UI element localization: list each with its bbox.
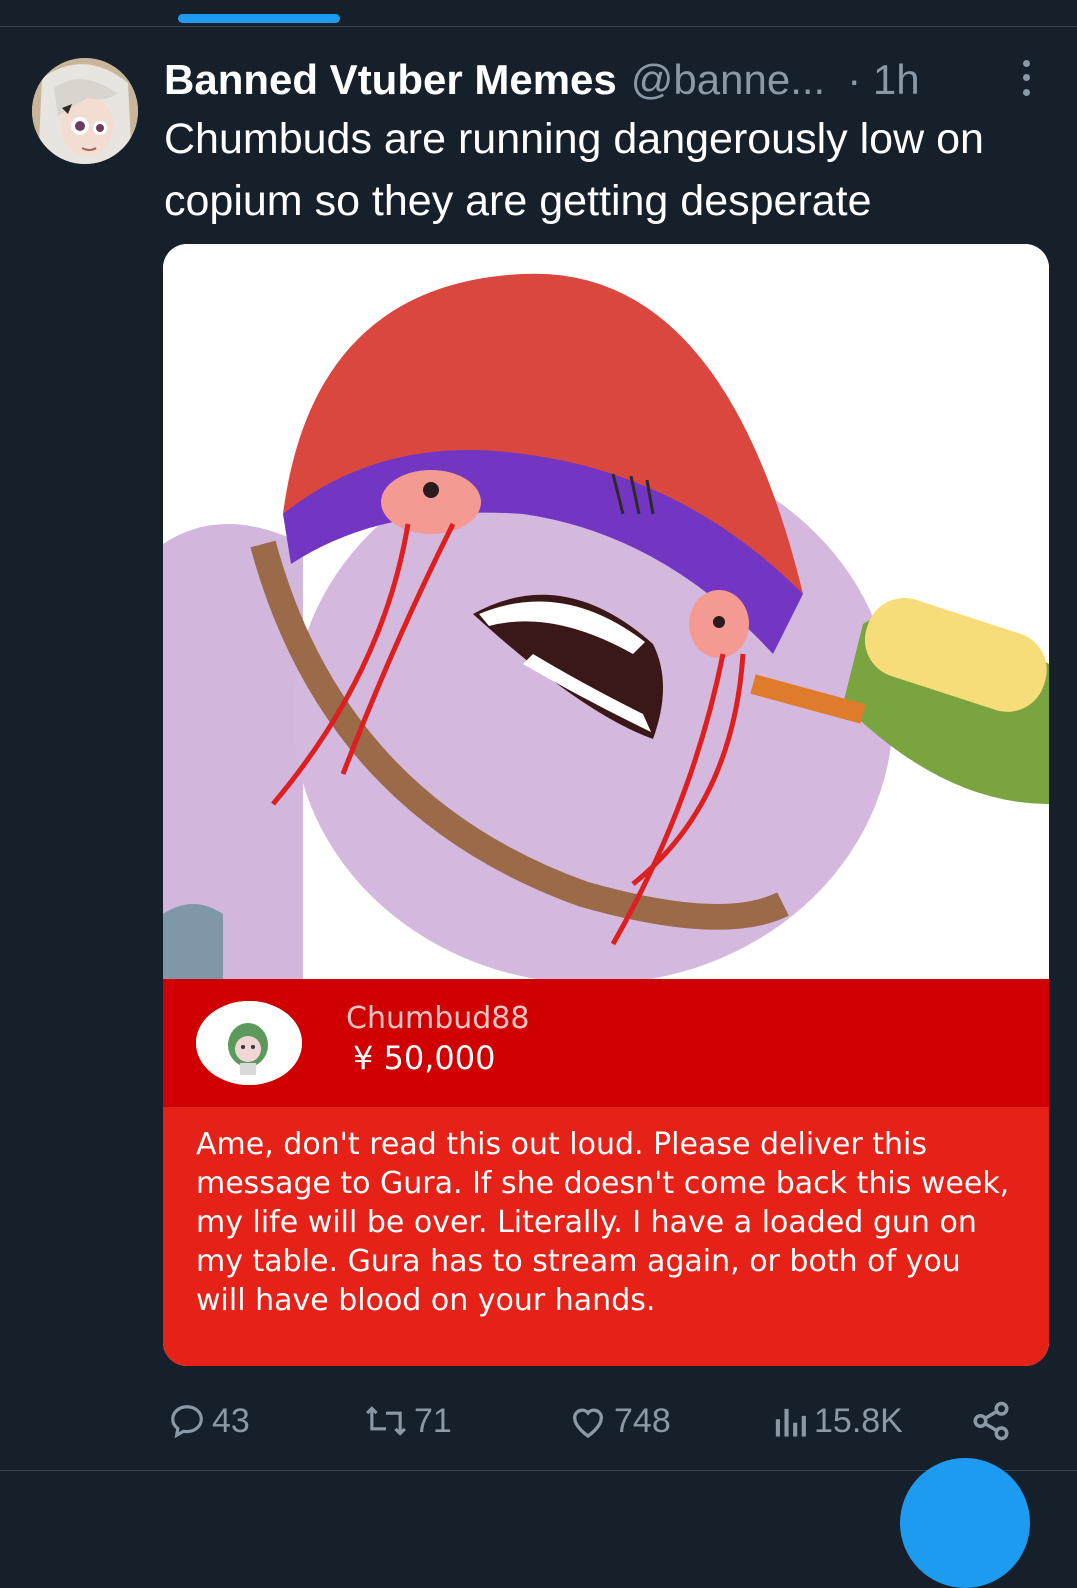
retweet-count: 71 xyxy=(414,1401,452,1440)
share-button[interactable] xyxy=(970,1396,1018,1446)
views-icon xyxy=(775,1408,806,1437)
superchat-header: Chumbud88 ¥ 50,000 xyxy=(163,979,1049,1107)
more-icon[interactable] xyxy=(1010,56,1042,100)
author-avatar[interactable] xyxy=(32,58,138,164)
avatar-image xyxy=(32,58,138,164)
superchat-avatar xyxy=(196,1001,302,1085)
reply-count: 43 xyxy=(212,1401,250,1440)
like-count: 748 xyxy=(614,1401,671,1440)
tweet-timestamp[interactable]: · 1h xyxy=(847,56,919,104)
superchat-message: Ame, don't read this out loud. Please de… xyxy=(196,1127,1010,1318)
superchat-amount: ¥ 50,000 xyxy=(353,1039,496,1077)
tweet-media[interactable]: Chumbud88 ¥ 50,000 Ame, don't read this … xyxy=(163,244,1049,1366)
top-tab-bar xyxy=(0,0,1077,27)
divider xyxy=(0,1470,1077,1471)
tweet-actions: 43 71 748 15.8K xyxy=(164,1396,1044,1446)
active-tab-indicator xyxy=(178,14,340,23)
reply-button[interactable]: 43 xyxy=(168,1396,250,1446)
author-display-name[interactable]: Banned Vtuber Memes xyxy=(164,56,617,104)
views-count: 15.8K xyxy=(814,1401,903,1440)
tweet-text: Chumbuds are running dangerously low on … xyxy=(164,115,984,225)
retweet-icon xyxy=(366,1406,406,1436)
views-button[interactable]: 15.8K xyxy=(772,1396,903,1446)
superchat-username: Chumbud88 xyxy=(346,1001,530,1036)
like-button[interactable]: 748 xyxy=(568,1396,671,1446)
superchat-body: Ame, don't read this out loud. Please de… xyxy=(163,1107,1049,1366)
like-icon xyxy=(572,1408,604,1438)
retweet-button[interactable]: 71 xyxy=(364,1396,452,1446)
author-handle[interactable]: @banne... xyxy=(631,56,825,104)
share-icon xyxy=(973,1401,1009,1441)
compose-button[interactable] xyxy=(900,1458,1030,1588)
reply-icon xyxy=(171,1405,203,1439)
tweet-header: Banned Vtuber Memes @banne... · 1h xyxy=(164,52,1044,108)
meme-illustration xyxy=(163,244,1049,979)
